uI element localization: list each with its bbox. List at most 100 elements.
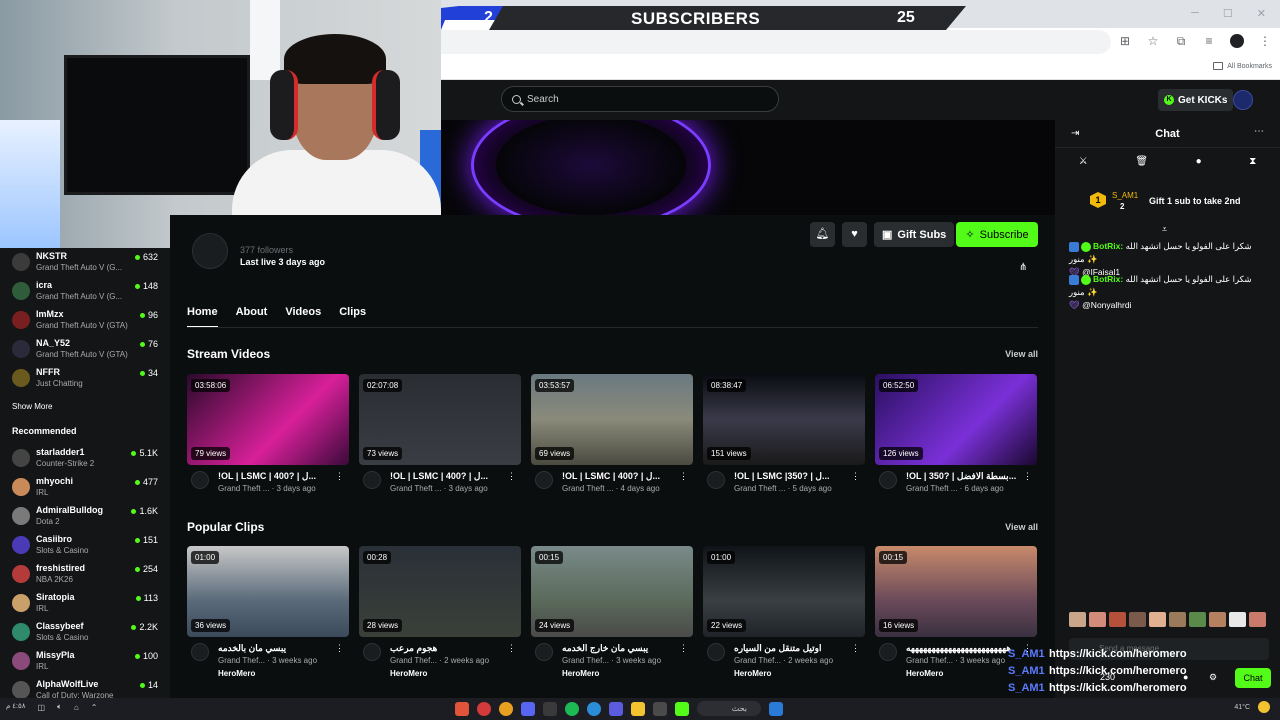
gift-cta[interactable]: Gift 1 sub to take 2nd [1149, 196, 1241, 206]
kebab-icon[interactable]: ⋮ [1023, 471, 1032, 482]
video-card[interactable]: 03:53:57 69 views !OL | LSMC | 400? | ل...… [531, 374, 693, 494]
clip-card[interactable]: 00:28 28 views هجوم مرعب Grand Thef... · 2 … [359, 546, 521, 678]
thumbnail[interactable]: 00:15 24 views [531, 546, 693, 637]
sidebar-channel[interactable]: mhyochi IRL 477 [12, 475, 160, 501]
video-title[interactable]: !OL | LSMC | 400? | ل... [562, 471, 674, 482]
thumbnail[interactable]: 08:38:47 151 views [703, 374, 865, 465]
notification-bell-button[interactable]: 🔔︎ [810, 222, 835, 247]
video-card[interactable]: 03:58:06 79 views !OL | LSMC | 400? | ل...… [187, 374, 349, 494]
sidebar-channel[interactable]: Casiibro Slots & Casino 151 [12, 533, 160, 559]
trash-icon[interactable]: 🗑︎ [1135, 156, 1148, 167]
sidebar-channel[interactable]: icra Grand Theft Auto V (G... 148 [12, 279, 160, 305]
expand-icon[interactable]: ⩡ [1162, 224, 1167, 235]
app-icon[interactable] [653, 701, 667, 716]
link-url[interactable]: https://kick.com/heromero [1049, 682, 1187, 699]
kebab-icon[interactable]: ⋮ [507, 643, 516, 654]
thumbnail[interactable]: 01:00 22 views [703, 546, 865, 637]
sidebar-channel[interactable]: MissyPla IRL 100 [12, 649, 160, 675]
thumbnail[interactable]: 06:52:50 126 views [875, 374, 1037, 465]
chat-more-icon[interactable]: ⋯ [1254, 126, 1264, 137]
kebab-icon[interactable]: ⋮ [679, 643, 688, 654]
translate-icon[interactable]: ⊞ [1118, 34, 1132, 48]
file-explorer-icon[interactable] [631, 701, 645, 716]
stream-videos-view-all[interactable]: View all [1005, 349, 1038, 359]
clip-card[interactable]: 00:15 24 views يبسي مان خارج الخدمه Grand T… [531, 546, 693, 678]
maximize-icon[interactable]: ☐ [1223, 7, 1233, 20]
follow-heart-button[interactable]: ♥ [842, 222, 867, 247]
clip-card[interactable]: 01:00 22 views اوتيل متنقل من السياره Grand… [703, 546, 865, 678]
clip-author[interactable]: HeroMero [390, 669, 427, 678]
kick-icon[interactable] [675, 701, 689, 716]
video-title[interactable]: يبسي مان بالخدمه [218, 643, 330, 654]
video-title[interactable]: ههههههههههههههههههههههههه [906, 643, 1018, 654]
network-icon[interactable]: ⌂ [74, 703, 79, 712]
sidebar-channel[interactable]: NFFR Just Chatting 34 [12, 366, 160, 392]
taskbar-search[interactable]: بحث [697, 701, 761, 716]
kebab-icon[interactable]: ⋮ [335, 643, 344, 654]
video-card[interactable]: 02:07:08 73 views !OL | LSMC | 400? | ل...… [359, 374, 521, 494]
gift-subs-button[interactable]: ▣ Gift Subs [874, 222, 955, 247]
sidebar-channel[interactable]: starladder1 Counter-Strike 2 5.1K [12, 446, 160, 472]
app-icon[interactable] [455, 701, 469, 716]
kebab-icon[interactable]: ⋮ [851, 643, 860, 654]
minimize-icon[interactable]: ─ [1191, 7, 1199, 20]
sidebar-channel[interactable]: freshistired NBA 2K26 254 [12, 562, 160, 588]
channel-avatar[interactable] [363, 643, 381, 661]
subscribe-button[interactable]: ✧ Subscribe [956, 222, 1038, 247]
thumbnail[interactable]: 03:58:06 79 views [187, 374, 349, 465]
channel-avatar[interactable] [535, 643, 553, 661]
clock[interactable]: ٤:٥٨ م [6, 703, 26, 711]
video-title[interactable]: !OL | LSMC | 400? | ل... [390, 471, 502, 482]
video-title[interactable]: يبسي مان خارج الخدمه [562, 643, 674, 654]
get-kicks-button[interactable]: K Get KICKs [1158, 89, 1234, 111]
video-title[interactable]: هجوم مرعب [390, 643, 502, 654]
channel-avatar[interactable] [879, 471, 897, 489]
sidebar-channel[interactable]: Classybeef Slots & Casino 2.2K [12, 620, 160, 646]
all-bookmarks[interactable]: All Bookmarks [1213, 62, 1272, 70]
emote[interactable] [1249, 612, 1266, 627]
search-input[interactable]: Search [501, 86, 779, 112]
tab-clips[interactable]: Clips [339, 306, 366, 328]
clip-card[interactable]: 01:00 36 views يبسي مان بالخدمه Grand Thef.… [187, 546, 349, 678]
video-title[interactable]: !OL | LSMC |350? | ل... [734, 471, 846, 482]
tab-about[interactable]: About [236, 306, 268, 328]
thumbnail[interactable]: 03:53:57 69 views [531, 374, 693, 465]
video-card[interactable]: 06:52:50 126 views !OL | 350? | بسطة الافض… [875, 374, 1037, 494]
channel-avatar[interactable] [879, 643, 897, 661]
link-url[interactable]: https://kick.com/heromero [1049, 648, 1187, 665]
show-more-link[interactable]: Show More [12, 402, 52, 411]
clip-author[interactable]: HeroMero [218, 669, 255, 678]
sidebar-channel[interactable]: ImMzx Grand Theft Auto V (GTA) 96 [12, 308, 160, 334]
emote[interactable] [1149, 612, 1166, 627]
video-title[interactable]: اوتيل متنقل من السياره [734, 643, 846, 654]
tab-home[interactable]: Home [187, 306, 218, 328]
sidebar-channel[interactable]: NA_Y52 Grand Theft Auto V (GTA) 76 [12, 337, 160, 363]
kebab-icon[interactable]: ⋮ [679, 471, 688, 482]
user-avatar[interactable] [1233, 90, 1253, 110]
thumbnail[interactable]: 00:15 16 views [875, 546, 1037, 637]
address-bar[interactable] [441, 30, 1111, 54]
popular-clips-view-all[interactable]: View all [1005, 522, 1038, 532]
reading-list-icon[interactable]: ≡ [1202, 34, 1216, 48]
app-icon[interactable] [477, 701, 491, 716]
chrome-icon[interactable] [499, 701, 513, 716]
app-icon[interactable] [609, 701, 623, 716]
channel-avatar[interactable] [192, 233, 228, 269]
windows-start-icon[interactable] [769, 701, 783, 716]
chevron-up-icon[interactable]: ⌃ [91, 703, 98, 712]
channel-avatar[interactable] [707, 471, 725, 489]
edge-icon[interactable] [587, 701, 601, 716]
channel-avatar[interactable] [535, 471, 553, 489]
channel-avatar[interactable] [363, 471, 381, 489]
thumbnail[interactable]: 00:28 28 views [359, 546, 521, 637]
thumbnail[interactable]: 02:07:08 73 views [359, 374, 521, 465]
sword-icon[interactable]: ⚔︎ [1079, 156, 1088, 167]
close-icon[interactable]: ✕ [1257, 7, 1266, 20]
emote[interactable] [1169, 612, 1186, 627]
channel-avatar[interactable] [191, 471, 209, 489]
speech-bubble-icon[interactable]: ● [1196, 156, 1202, 167]
hourglass-icon[interactable]: ⧗ [1249, 156, 1256, 167]
kebab-icon[interactable]: ⋮ [851, 471, 860, 482]
spotify-icon[interactable] [565, 701, 579, 716]
sidebar-channel[interactable]: NKSTR Grand Theft Auto V (G... 632 [12, 250, 160, 276]
